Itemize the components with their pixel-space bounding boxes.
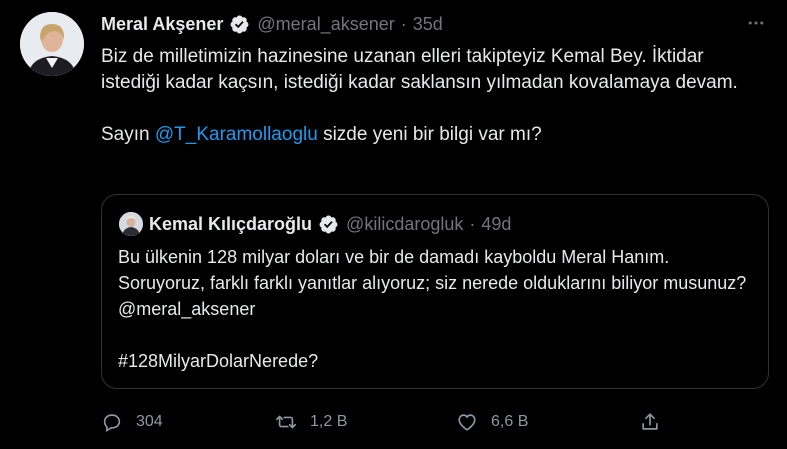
reply-button[interactable]: 304 — [101, 405, 163, 439]
quoted-tweet[interactable]: Kemal Kılıçdaroğlu @kilicdarogluk · 49d … — [101, 194, 769, 389]
like-button[interactable]: 6,6 B — [456, 405, 528, 439]
retweet-button[interactable]: 1,2 B — [275, 405, 347, 439]
author-handle[interactable]: @meral_aksener — [257, 10, 394, 38]
text-prefix: Sayın — [101, 124, 155, 145]
more-options-button[interactable] — [743, 10, 769, 36]
share-button[interactable] — [639, 405, 661, 439]
like-count: 6,6 B — [491, 413, 529, 430]
mention-link[interactable]: @T_Karamollaoglu — [155, 124, 318, 145]
tweet-age[interactable]: 35d — [413, 10, 443, 38]
quoted-author-name[interactable]: Kemal Kılıçdaroğlu — [149, 214, 312, 235]
quoted-tweet-age[interactable]: 49d — [481, 214, 511, 235]
ellipsis-icon — [748, 21, 764, 25]
quoted-paragraph-1: Bu ülkenin 128 milyar doları ve bir de d… — [118, 247, 747, 319]
retweet-icon — [276, 415, 296, 429]
avatar[interactable] — [20, 12, 84, 76]
verified-badge-icon — [229, 14, 250, 35]
retweet-count: 1,2 B — [310, 413, 348, 430]
author-name[interactable]: Meral Akşener — [101, 10, 223, 38]
tweet-paragraph-2: Sayın @T_Karamollaoglu sizde yeni bir bi… — [101, 122, 741, 148]
quoted-hashtag: #128MilyarDolarNerede? — [118, 351, 319, 371]
separator-dot: · — [469, 213, 476, 234]
quoted-author-handle[interactable]: @kilicdarogluk — [346, 214, 463, 235]
text-suffix: sizde yeni bir bilgi var mı? — [317, 124, 542, 145]
quoted-avatar[interactable] — [119, 212, 143, 236]
verified-badge-icon — [318, 214, 339, 235]
action-bar: 304 1,2 B 6,6 B — [101, 405, 671, 439]
tweet-paragraph-1: Biz de milletimizin hazinesine uzanan el… — [101, 46, 738, 93]
quoted-tweet-text: Bu ülkenin 128 milyar doları ve bir de d… — [118, 244, 748, 374]
share-icon — [642, 413, 658, 430]
heart-icon — [458, 414, 476, 431]
reply-count: 304 — [136, 413, 163, 430]
tweet-text: Biz de milletimizin hazinesine uzanan el… — [101, 44, 741, 148]
reply-icon — [103, 414, 121, 433]
separator-dot: · — [400, 14, 407, 34]
